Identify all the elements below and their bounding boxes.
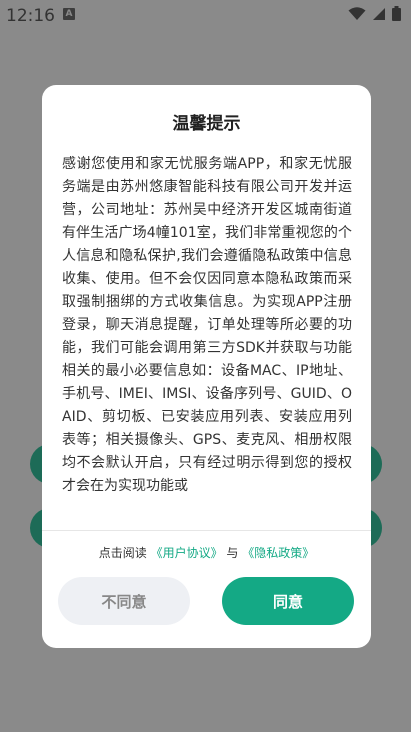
dialog-title: 温馨提示 xyxy=(172,114,241,134)
privacy-dialog: 温馨提示 感谢您使用和家无忧服务端APP，和家无忧服务端是由苏州悠康智能科技有限… xyxy=(42,85,371,648)
privacy-policy-link[interactable]: 《隐私政策》 xyxy=(242,546,314,560)
dialog-body-text[interactable]: 感谢您使用和家无忧服务端APP，和家无忧服务端是由苏州悠康智能科技有限公司开发并… xyxy=(62,153,352,593)
status-icons xyxy=(348,6,401,21)
app-notification-icon: A xyxy=(63,8,75,20)
status-time: 12:16 xyxy=(6,6,55,26)
wifi-icon xyxy=(348,6,366,20)
signal-icon xyxy=(373,7,385,20)
disagree-button[interactable]: 不同意 xyxy=(58,577,190,625)
battery-icon xyxy=(392,6,401,21)
agreement-line: 点击阅读 《用户协议》 与 《隐私政策》 xyxy=(42,544,371,561)
agree-conjunction: 与 xyxy=(226,546,239,560)
status-bar: 12:16 A xyxy=(0,0,411,32)
divider xyxy=(42,530,371,531)
agree-prefix: 点击阅读 xyxy=(98,546,147,560)
user-agreement-link[interactable]: 《用户协议》 xyxy=(151,546,223,560)
agree-button[interactable]: 同意 xyxy=(222,577,354,625)
